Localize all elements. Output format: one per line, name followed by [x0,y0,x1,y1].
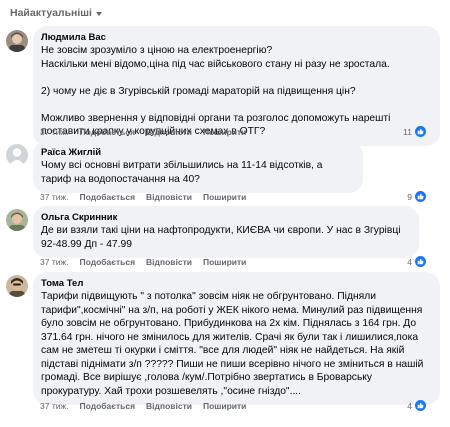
comment-bubble: Тома Тел Тарифи підвищують " з потолка" … [33,272,440,405]
comment-actions: 37 тиж. Подобається Відповісти Поширити [40,127,246,137]
comment-text: Чому всі основні витрати збільшились на … [41,160,323,185]
comment-time[interactable]: 37 тиж. [40,192,69,202]
reply-button[interactable]: Відповісти [146,127,192,137]
reaction-count[interactable]: 4 [407,400,426,411]
share-button[interactable]: Поширити [203,192,246,202]
comment-author[interactable]: Раїса Жиглій [41,146,353,159]
comment-time[interactable]: 37 тиж. [40,401,69,411]
comment-text: Тарифи підвищують " з потолка" зовсім ні… [41,291,424,397]
avatar[interactable] [6,144,28,166]
comment-text: Не зовсім зрозуміло з ціною на електроен… [41,45,391,137]
avatar[interactable] [6,209,28,231]
reply-button[interactable]: Відповісти [146,401,192,411]
comment-time[interactable]: 37 тиж. [40,257,69,267]
comment-author[interactable]: Тома Тел [41,277,430,290]
comment-text: Де ви взяли такі ціни на нафтопродукти, … [41,225,401,250]
share-button[interactable]: Поширити [203,257,246,267]
reaction-count-value: 4 [407,400,412,411]
comment-actions: 37 тиж. Подобається Відповісти Поширити [40,257,246,267]
reaction-count-value: 11 [403,126,412,137]
reply-button[interactable]: Відповісти [146,192,192,202]
comment-author[interactable]: Людмила Вас [41,31,430,44]
reply-button[interactable]: Відповісти [146,257,192,267]
comment-bubble: Ольга Скринник Де ви взяли такі ціни на … [33,206,419,258]
reaction-count-value: 9 [407,191,412,202]
like-reaction-icon [415,126,426,137]
share-button[interactable]: Поширити [203,127,246,137]
chevron-down-icon [95,11,102,16]
comment-time[interactable]: 37 тиж. [40,127,69,137]
like-reaction-icon [415,256,426,267]
share-button[interactable]: Поширити [203,401,246,411]
like-button[interactable]: Подобається [80,257,136,267]
comment-actions: 37 тиж. Подобається Відповісти Поширити [40,192,246,202]
like-reaction-icon [415,400,426,411]
avatar[interactable] [6,275,28,297]
reaction-count[interactable]: 11 [403,126,426,137]
comment-author[interactable]: Ольга Скринник [41,211,409,224]
comment-actions: 37 тиж. Подобається Відповісти Поширити [40,401,246,411]
sort-label: Найактуальніші [10,7,92,19]
reaction-count[interactable]: 4 [407,256,426,267]
sort-dropdown[interactable]: Найактуальніші [10,7,102,19]
like-reaction-icon [415,191,426,202]
like-button[interactable]: Подобається [80,127,136,137]
reaction-count[interactable]: 9 [407,191,426,202]
reaction-count-value: 4 [407,256,412,267]
like-button[interactable]: Подобається [80,192,136,202]
like-button[interactable]: Подобається [80,401,136,411]
comment-bubble: Раїса Жиглій Чому всі основні витрати зб… [33,141,363,193]
avatar[interactable] [6,30,28,52]
